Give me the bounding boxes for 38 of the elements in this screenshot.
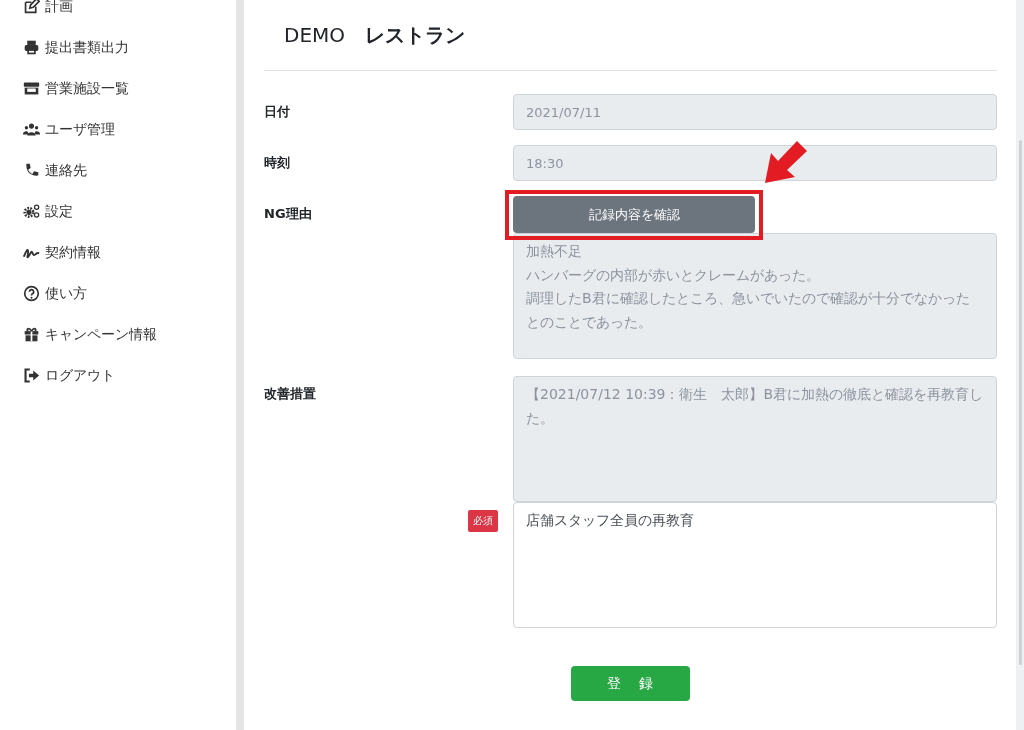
sign-out-icon	[23, 367, 40, 384]
sidebar-item[interactable]: 連絡先	[0, 150, 236, 191]
sidebar-item[interactable]: キャンペーン情報	[0, 314, 236, 355]
sidebar-item[interactable]: 営業施設一覧	[0, 68, 236, 109]
sidebar-item-label: 使い方	[45, 284, 87, 303]
required-badge: 必須	[468, 510, 498, 532]
sidebar-item[interactable]: 使い方	[0, 273, 236, 314]
field-label: NG理由	[264, 205, 313, 223]
edit-icon	[23, 0, 40, 15]
store-name: レストラン	[365, 21, 466, 49]
sidebar-item-label: 営業施設一覧	[45, 79, 129, 98]
phone-icon	[23, 162, 40, 179]
sidebar-item-label: キャンペーン情報	[45, 325, 157, 344]
sidebar-item-label: 提出書類出力	[45, 38, 129, 57]
company-name: DEMO	[284, 23, 346, 47]
field-label: 時刻	[264, 154, 291, 172]
sidebar-item[interactable]: 設定	[0, 191, 236, 232]
text-line: 調理したB君に確認したところ、急いでいたので確認が十分でなかったとのことであった。	[526, 289, 971, 332]
help-icon	[23, 285, 40, 302]
sidebar-item-label: 連絡先	[45, 161, 87, 180]
gift-icon	[23, 326, 40, 343]
sidebar-item-label: ユーザ管理	[45, 120, 115, 139]
sidebar-item[interactable]: 提出書類出力	[0, 27, 236, 68]
sidebar-item[interactable]: ログアウト	[0, 355, 236, 396]
sidebar-item-label: ログアウト	[45, 366, 115, 385]
printer-icon	[23, 39, 40, 56]
sidebar-item-label: 設定	[45, 202, 73, 221]
text-line: ハンバーグの内部が赤いとクレームがあった。	[526, 265, 821, 285]
users-icon	[23, 121, 40, 138]
field-label: 日付	[264, 103, 291, 121]
sidebar-item-label: 契約情報	[45, 243, 101, 262]
text-line: 加熱不足	[526, 242, 583, 261]
sidebar-item[interactable]: 契約情報	[0, 232, 236, 273]
field-label: 改善措置	[264, 385, 317, 403]
sidebar-item[interactable]: ユーザ管理	[0, 109, 236, 150]
store-icon	[23, 80, 40, 97]
annotation-arrow	[763, 139, 809, 185]
improvement-input[interactable]: 店舗スタッフ全員の再教育	[513, 502, 997, 628]
